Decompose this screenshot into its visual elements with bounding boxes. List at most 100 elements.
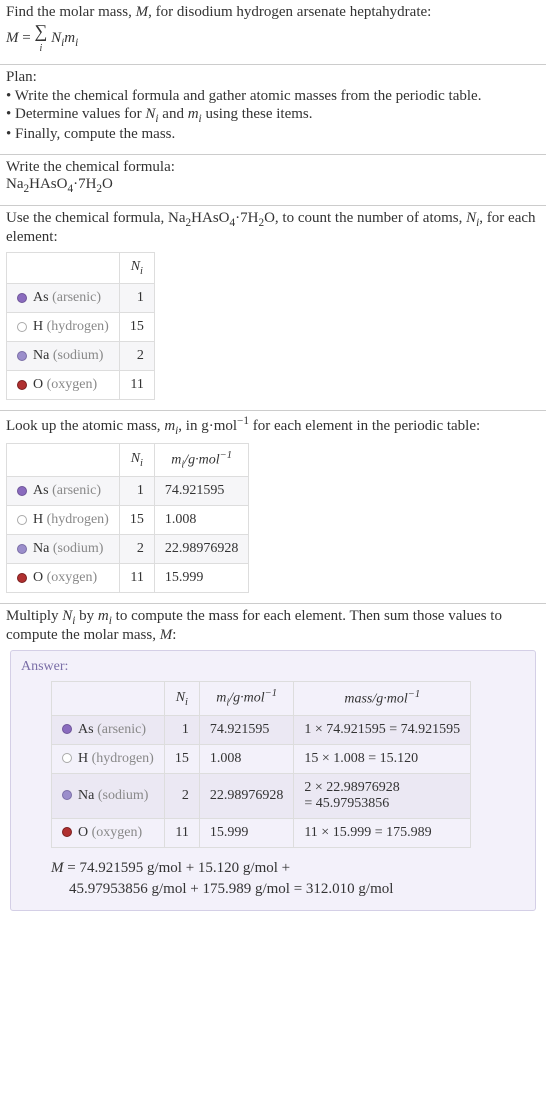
- cell-value: 1 × 74.921595 = 74.921595: [294, 715, 471, 744]
- count-text: Use the chemical formula, Na2HAsO4·7H2O,…: [6, 210, 540, 246]
- cell-value: 1: [119, 283, 154, 312]
- cell-value: 2: [119, 341, 154, 370]
- answer-table: Ni mi/g·mol−1 mass/g·mol−1 As (arsenic) …: [51, 681, 471, 847]
- multiply-text: Multiply Ni by mi to compute the mass fo…: [6, 608, 540, 644]
- element-symbol: As: [78, 722, 94, 737]
- element-name: (arsenic): [49, 483, 101, 498]
- table-header-row: Ni: [7, 253, 155, 284]
- col-Ni: Ni: [119, 443, 154, 476]
- text: 45.97953856 g/mol + 175.989 g/mol = 312.…: [51, 881, 393, 897]
- table-row: As (arsenic) 1 74.921595: [7, 477, 249, 506]
- var-M: M: [160, 627, 173, 643]
- text: by: [75, 608, 98, 624]
- col-mi: mi/g·mol−1: [154, 443, 249, 476]
- cell-value: 1: [164, 715, 199, 744]
- plan-section: Plan: • Write the chemical formula and g…: [0, 65, 546, 155]
- answer-section: Multiply Ni by mi to compute the mass fo…: [0, 604, 546, 928]
- cell-value: 15: [119, 312, 154, 341]
- element-symbol: Na: [33, 348, 49, 363]
- var-Ni: N: [62, 608, 72, 624]
- element-dot-icon: [62, 827, 72, 837]
- col-element: [7, 253, 120, 284]
- element-dot-icon: [17, 573, 27, 583]
- cell-value: 11: [119, 564, 154, 593]
- write-formula-section: Write the chemical formula: Na2HAsO4·7H2…: [0, 155, 546, 206]
- element-name: (hydrogen): [43, 512, 109, 527]
- element-name: (sodium): [94, 788, 148, 803]
- element-dot-icon: [17, 351, 27, 361]
- molar-mass-equation: M = ∑i Nimi: [6, 23, 540, 54]
- var-mi: m: [64, 30, 75, 46]
- text: for each element in the periodic table:: [249, 418, 480, 434]
- col-element: [52, 682, 165, 715]
- cell-value: 2 × 22.98976928= 45.97953856: [294, 773, 471, 818]
- element-symbol: O: [78, 825, 88, 840]
- table-header-row: Ni mi/g·mol−1: [7, 443, 249, 476]
- cell-value: 2: [119, 535, 154, 564]
- eq-equals: =: [19, 30, 35, 46]
- text: HAsO: [191, 210, 229, 226]
- table-row: Na (sodium) 2 22.98976928: [7, 535, 249, 564]
- var-M: M: [136, 4, 149, 20]
- element-name: (arsenic): [49, 290, 101, 305]
- text: Use the chemical formula,: [6, 210, 168, 226]
- element-dot-icon: [17, 380, 27, 390]
- plan-item-2: • Determine values for Ni and mi using t…: [6, 106, 540, 125]
- write-formula-heading: Write the chemical formula:: [6, 159, 540, 176]
- table-row: H (hydrogen) 15 1.008: [7, 506, 249, 535]
- cell-value: 74.921595: [199, 715, 294, 744]
- text: :: [172, 627, 176, 643]
- table-row: Na (sodium) 2 22.98976928 2 × 22.9897692…: [52, 773, 471, 818]
- answer-box: Answer: Ni mi/g·mol−1 mass/g·mol−1 As (a…: [10, 650, 536, 910]
- element-symbol: H: [78, 751, 88, 766]
- element-dot-icon: [62, 724, 72, 734]
- sub-i: i: [75, 37, 78, 49]
- cell-value: 1.008: [154, 506, 249, 535]
- text: and: [159, 106, 188, 122]
- col-Ni: Ni: [164, 682, 199, 715]
- final-equation: M = 74.921595 g/mol + 15.120 g/mol + 45.…: [51, 858, 511, 900]
- sum-index: i: [40, 43, 43, 54]
- table-row: As (arsenic) 1: [7, 283, 155, 312]
- element-symbol: O: [33, 377, 43, 392]
- var-mi: m: [164, 418, 175, 434]
- text: = 74.921595 g/mol + 15.120 g/mol +: [64, 860, 291, 876]
- table-row: O (oxygen) 11: [7, 370, 155, 399]
- text: Multiply: [6, 608, 62, 624]
- element-name: (sodium): [49, 348, 103, 363]
- answer-label: Answer:: [21, 659, 525, 675]
- table-row: Na (sodium) 2: [7, 341, 155, 370]
- element-symbol: H: [33, 512, 43, 527]
- col-element: [7, 443, 120, 476]
- var-M: M: [51, 860, 64, 876]
- text: , in g·mol: [178, 418, 237, 434]
- element-dot-icon: [62, 753, 72, 763]
- text: Na: [6, 176, 24, 192]
- col-mass: mass/g·mol−1: [294, 682, 471, 715]
- atomic-mass-table: Ni mi/g·mol−1 As (arsenic) 1 74.921595 H…: [6, 443, 249, 593]
- plan-item-3: • Finally, compute the mass.: [6, 126, 540, 143]
- element-symbol: Na: [78, 788, 94, 803]
- text: O: [264, 210, 275, 226]
- element-name: (sodium): [49, 541, 103, 556]
- text: • Determine values for: [6, 106, 145, 122]
- intro-section: Find the molar mass, M, for disodium hyd…: [0, 0, 546, 65]
- lookup-text: Look up the atomic mass, mi, in g·mol−1 …: [6, 415, 540, 437]
- cell-value: 1: [119, 477, 154, 506]
- text: Find the molar mass,: [6, 4, 136, 20]
- cell-value: 11: [119, 370, 154, 399]
- element-symbol: O: [33, 570, 43, 585]
- element-name: (oxygen): [43, 570, 97, 585]
- var-mi: m: [98, 608, 109, 624]
- element-symbol: As: [33, 290, 49, 305]
- table-row: H (hydrogen) 15 1.008 15 × 1.008 = 15.12…: [52, 744, 471, 773]
- element-dot-icon: [17, 515, 27, 525]
- table-header-row: Ni mi/g·mol−1 mass/g·mol−1: [52, 682, 471, 715]
- element-dot-icon: [17, 322, 27, 332]
- text: using these items.: [202, 106, 313, 122]
- text: ·7H: [235, 210, 258, 226]
- element-dot-icon: [17, 486, 27, 496]
- var-Ni: N: [466, 210, 476, 226]
- table-row: O (oxygen) 11 15.999: [7, 564, 249, 593]
- atom-count-table: Ni As (arsenic) 1 H (hydrogen) 15 Na (so…: [6, 252, 155, 400]
